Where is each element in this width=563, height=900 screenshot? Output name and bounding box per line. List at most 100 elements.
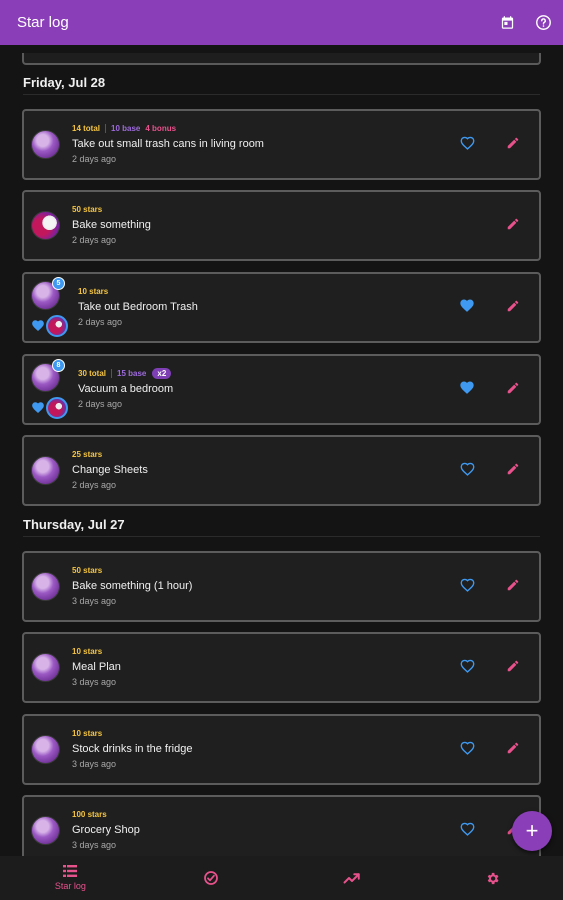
like-button[interactable]: [458, 381, 476, 399]
calendar-button[interactable]: [489, 5, 525, 41]
star-count: 50 stars: [72, 205, 103, 214]
log-entry-card[interactable]: 8 30 total 15 base x2 Vacuum a bedroom 2 days…: [22, 354, 541, 425]
chore-name: Stock drinks in the fridge: [72, 743, 193, 755]
log-entry-card[interactable]: 50 stars Bake something (1 hour) 3 days ag…: [22, 551, 541, 622]
star-count: 10 stars: [78, 287, 109, 296]
calendar-icon: [501, 16, 513, 29]
star-count: 10 stars: [72, 729, 103, 738]
entry-text: 30 total 15 base x2 Vacuum a bedroom 2 days …: [78, 368, 173, 409]
heart-icon: [460, 462, 475, 481]
chore-name: Bake something: [72, 219, 151, 231]
app-bar: Star log: [0, 0, 563, 45]
gear-icon: [487, 872, 499, 884]
chore-name: Take out Bedroom Trash: [78, 301, 198, 313]
star-summary: 10 stars: [78, 286, 198, 297]
star-count: 100 stars: [72, 810, 107, 819]
star-summary: 14 total 10 base 4 bonus: [72, 123, 264, 134]
time-ago: 3 days ago: [72, 759, 117, 769]
bonus-stars: 4 bonus: [145, 124, 177, 133]
avatar: [31, 735, 60, 764]
plus-icon: +: [525, 818, 539, 843]
heart-icon: [459, 380, 475, 400]
edit-button[interactable]: [504, 381, 522, 399]
log-entry-card[interactable]: 50 stars Bake something 2 days ago: [22, 190, 541, 261]
multiplier-chip: x2: [152, 368, 172, 379]
edit-button[interactable]: [504, 217, 522, 235]
log-entry-card[interactable]: 100 stars Grocery Shop 3 days ago: [22, 795, 541, 856]
heart-icon: [460, 822, 475, 841]
pencil-icon: [506, 741, 520, 760]
add-entry-button[interactable]: +: [512, 811, 552, 851]
help-button[interactable]: [525, 5, 561, 41]
entry-text: 10 stars Take out Bedroom Trash 2 days ago: [78, 286, 198, 327]
heart-icon: [460, 136, 475, 155]
star-summary: 100 stars: [72, 809, 140, 820]
star-count: 30 total: [78, 369, 107, 378]
count-badge: 5: [52, 277, 65, 290]
time-ago: 3 days ago: [72, 596, 117, 606]
heart-icon: [460, 578, 475, 597]
pencil-icon: [506, 381, 520, 400]
edit-button[interactable]: [504, 136, 522, 154]
log-entry-card[interactable]: 10 stars Stock drinks in the fridge 3 days…: [22, 714, 541, 785]
day-header: Thursday, Jul 27: [23, 517, 540, 537]
avatar: [31, 130, 60, 159]
avatar: [31, 211, 60, 240]
pencil-icon: [506, 299, 520, 318]
base-stars: 15 base: [117, 369, 147, 378]
log-entry-card[interactable]: 14 total 10 base 4 bonus Take out small tra…: [22, 109, 541, 180]
star-count: 10 stars: [72, 647, 103, 656]
log-entry-card[interactable]: 5 10 stars Take out Bedroom Trash 2 days ag…: [22, 272, 541, 343]
star-summary: 10 stars: [72, 646, 121, 657]
day-header: Friday, Jul 28: [23, 75, 540, 95]
check-circle-icon: [204, 871, 218, 885]
count-badge: 8: [52, 359, 65, 372]
star-summary: 30 total 15 base x2: [78, 368, 173, 379]
avatar: [31, 456, 60, 485]
edit-button[interactable]: [504, 741, 522, 759]
entry-text: 10 stars Meal Plan 3 days ago: [72, 646, 121, 687]
log-entry-card[interactable]: 25 stars Change Sheets 2 days ago: [22, 435, 541, 506]
reactor-avatar: [46, 315, 68, 337]
time-ago: 2 days ago: [72, 480, 117, 490]
star-summary: 50 stars: [72, 565, 192, 576]
base-stars: 10 base: [111, 124, 141, 133]
time-ago: 2 days ago: [78, 399, 123, 409]
like-button[interactable]: [458, 578, 476, 596]
like-button[interactable]: [458, 299, 476, 317]
app-title: Star log: [17, 14, 69, 31]
pencil-icon: [506, 217, 520, 236]
chore-name: Grocery Shop: [72, 824, 140, 836]
avatar: [31, 816, 60, 845]
entry-text: 100 stars Grocery Shop 3 days ago: [72, 809, 140, 850]
tab-stats[interactable]: [282, 856, 423, 900]
star-summary: 25 stars: [72, 449, 148, 460]
reaction-heart-icon: [31, 319, 45, 333]
like-button[interactable]: [458, 462, 476, 480]
time-ago: 3 days ago: [72, 677, 117, 687]
avatar: [31, 572, 60, 601]
tab-settings[interactable]: [422, 856, 563, 900]
time-ago: 3 days ago: [72, 840, 117, 850]
divider: [111, 369, 113, 378]
log-entry-card[interactable]: 10 stars Meal Plan 3 days ago: [22, 632, 541, 703]
entry-text: 10 stars Stock drinks in the fridge 3 days…: [72, 728, 192, 769]
edit-button[interactable]: [504, 659, 522, 677]
like-button[interactable]: [458, 659, 476, 677]
like-button[interactable]: [458, 136, 476, 154]
like-button[interactable]: [458, 741, 476, 759]
tab-star-log-label: Star log: [54, 881, 86, 891]
tab-star-log[interactable]: Star log: [0, 856, 141, 900]
heart-icon: [459, 298, 475, 318]
edit-button[interactable]: [504, 578, 522, 596]
tab-chores[interactable]: [141, 856, 282, 900]
heart-icon: [460, 741, 475, 760]
star-summary: 10 stars: [72, 728, 192, 739]
star-log-list[interactable]: Friday, Jul 28 14 total 10 base 4 bonus Take…: [0, 45, 563, 856]
edit-button[interactable]: [504, 299, 522, 317]
time-ago: 2 days ago: [78, 317, 123, 327]
avatar: [31, 653, 60, 682]
star-count: 14 total: [72, 124, 101, 133]
edit-button[interactable]: [504, 462, 522, 480]
like-button[interactable]: [458, 822, 476, 840]
